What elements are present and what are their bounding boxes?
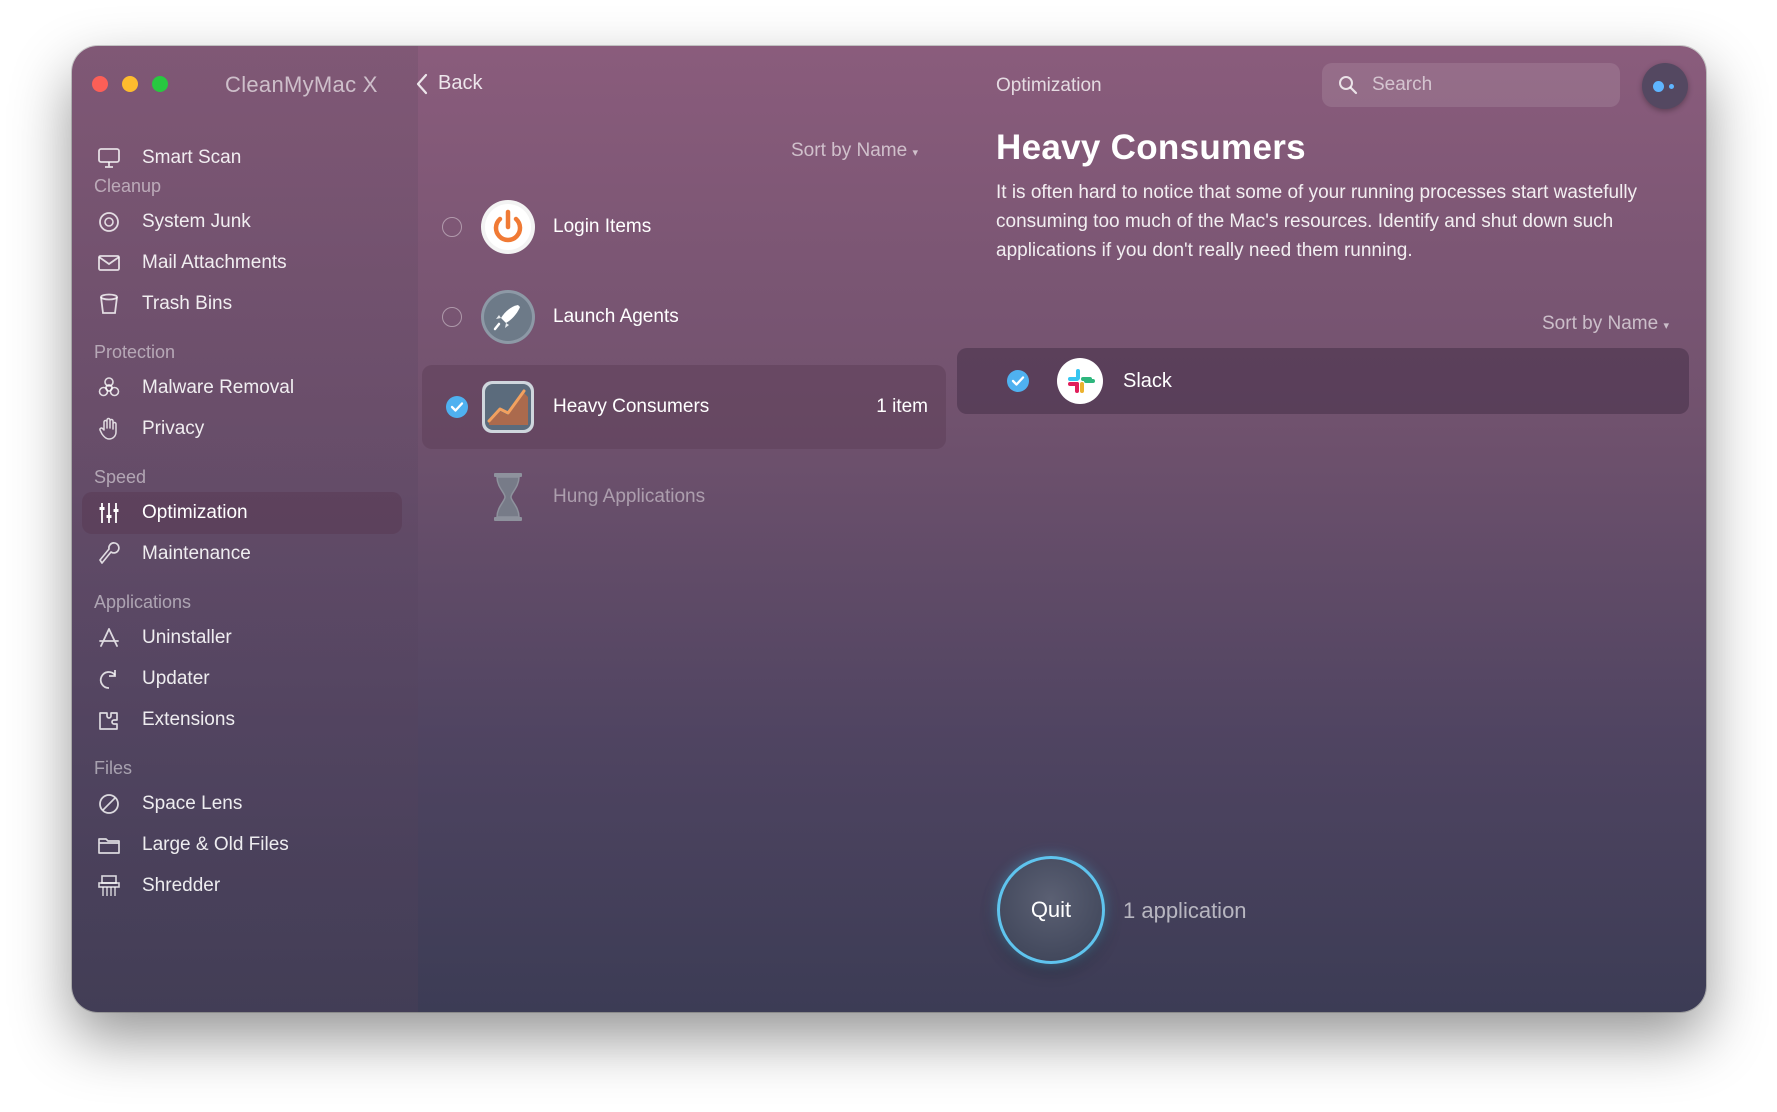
sort-label: Sort by Name — [791, 140, 908, 161]
sidebar-item-label: Large & Old Files — [142, 834, 289, 855]
launch-agents-radio[interactable] — [442, 307, 462, 327]
app-window: CleanMyMac X Back Optimization Smart Sca… — [72, 46, 1706, 1012]
chart-icon — [480, 379, 536, 435]
detail-title: Heavy Consumers — [996, 128, 1306, 167]
back-button-label: Back — [438, 72, 483, 94]
sidebar-item-uninstaller[interactable]: Uninstaller — [82, 617, 402, 659]
section-files: Files — [94, 758, 133, 778]
power-icon — [480, 199, 536, 255]
sidebar-item-label: Extensions — [142, 709, 235, 730]
caret-down-icon: ▾ — [1663, 320, 1669, 332]
envelope-icon — [96, 250, 122, 276]
sliders-icon — [96, 500, 122, 526]
sidebar-item-label: Optimization — [142, 502, 248, 523]
sidebar-item-maintenance[interactable]: Maintenance — [82, 533, 402, 575]
sidebar-item-label: Trash Bins — [142, 293, 233, 314]
list-item-hung-applications: Hung Applications — [418, 455, 946, 539]
quit-summary: 1 application — [1123, 898, 1247, 923]
trash-icon — [96, 291, 122, 317]
sidebar-item-label: Privacy — [142, 418, 205, 439]
sidebar-item-label: Updater — [142, 668, 210, 689]
header-title: Optimization — [996, 75, 1102, 96]
slack-checkbox[interactable] — [1007, 370, 1029, 392]
sidebar-item-optimization[interactable]: Optimization — [82, 492, 402, 534]
sidebar-item-label: Smart Scan — [142, 147, 242, 168]
app-title: CleanMyMac X — [225, 72, 378, 97]
update-arrow-icon — [96, 666, 122, 692]
sidebar-item-label: Maintenance — [142, 543, 251, 564]
section-applications: Applications — [94, 592, 192, 612]
minimize-window-button[interactable] — [122, 76, 138, 92]
search-icon — [1339, 76, 1358, 95]
app-name: Slack — [1123, 370, 1172, 392]
sidebar-item-label: System Junk — [142, 211, 251, 232]
sidebar-item-large-old-files[interactable]: Large & Old Files — [82, 824, 402, 866]
list-item-heavy-consumers[interactable]: Heavy Consumers 1 item — [422, 365, 946, 449]
list-item-label: Heavy Consumers — [553, 396, 710, 417]
list-item-label: Launch Agents — [553, 306, 679, 327]
sidebar-item-label: Space Lens — [142, 793, 243, 814]
sort-label: Sort by Name — [1542, 313, 1659, 334]
sidebar-item-extensions[interactable]: Extensions — [82, 699, 402, 741]
assistant-dot — [1653, 81, 1664, 92]
sidebar-item-shredder[interactable]: Shredder — [82, 865, 402, 907]
detail-sort-dropdown[interactable]: Sort by Name ▾ — [1542, 313, 1669, 335]
assistant-button[interactable] — [1642, 63, 1688, 109]
list-item-label: Hung Applications — [553, 486, 706, 507]
caret-down-icon: ▾ — [912, 147, 918, 159]
sidebar-item-updater[interactable]: Updater — [82, 658, 402, 700]
sidebar-item-privacy[interactable]: Privacy — [82, 408, 402, 450]
sidebar-item-label: Mail Attachments — [142, 252, 287, 273]
detail-description: It is often hard to notice that some of … — [996, 182, 1638, 261]
list-item-label: Login Items — [553, 216, 652, 237]
chevron-left-icon — [416, 73, 428, 94]
biohazard-icon — [96, 375, 122, 401]
item-count-badge: 1 item — [876, 396, 928, 417]
list-item-launch-agents[interactable]: Launch Agents — [418, 275, 946, 359]
puzzle-icon — [96, 707, 122, 733]
sidebar-item-malware-removal[interactable]: Malware Removal — [82, 367, 402, 409]
list-item-login-items[interactable]: Login Items — [418, 185, 946, 269]
search-box[interactable] — [1322, 63, 1620, 107]
sidebar-item-smart-scan[interactable]: Smart Scan — [82, 137, 402, 179]
sidebar-item-label: Shredder — [142, 875, 221, 896]
hourglass-icon — [480, 469, 536, 525]
sidebar-item-trash-bins[interactable]: Trash Bins — [82, 283, 402, 325]
wrench-icon — [96, 541, 122, 567]
search-input[interactable] — [1370, 73, 1604, 97]
lens-icon — [96, 791, 122, 817]
middle-sort-dropdown[interactable]: Sort by Name ▾ — [791, 140, 918, 162]
section-cleanup: Cleanup — [94, 176, 162, 196]
sidebar-item-label: Uninstaller — [142, 627, 232, 648]
assistant-dot-small — [1669, 84, 1674, 89]
app-store-icon — [96, 625, 122, 651]
back-button[interactable]: Back — [414, 72, 482, 95]
sidebar-item-mail-attachments[interactable]: Mail Attachments — [82, 242, 402, 284]
folder-icon — [96, 832, 122, 858]
quit-button[interactable]: Quit — [997, 856, 1105, 964]
login-items-radio[interactable] — [442, 217, 462, 237]
sidebar-item-space-lens[interactable]: Space Lens — [82, 783, 402, 825]
shredder-icon — [96, 873, 122, 899]
quit-button-label: Quit — [1030, 897, 1072, 922]
rocket-icon — [480, 289, 536, 345]
zoom-window-button[interactable] — [152, 76, 168, 92]
recycle-icon — [96, 209, 122, 235]
sidebar-item-label: Malware Removal — [142, 377, 295, 398]
heavy-consumers-checkbox[interactable] — [446, 396, 468, 418]
monitor-icon — [96, 145, 122, 171]
slack-icon — [1057, 358, 1103, 404]
checkmark-icon — [1011, 376, 1025, 386]
sidebar-item-system-junk[interactable]: System Junk — [82, 201, 402, 243]
checkmark-icon — [450, 402, 464, 412]
close-window-button[interactable] — [92, 76, 108, 92]
app-row-slack[interactable]: Slack — [957, 348, 1689, 414]
section-protection: Protection — [94, 342, 176, 362]
section-speed: Speed — [94, 467, 147, 487]
hand-icon — [96, 416, 122, 442]
